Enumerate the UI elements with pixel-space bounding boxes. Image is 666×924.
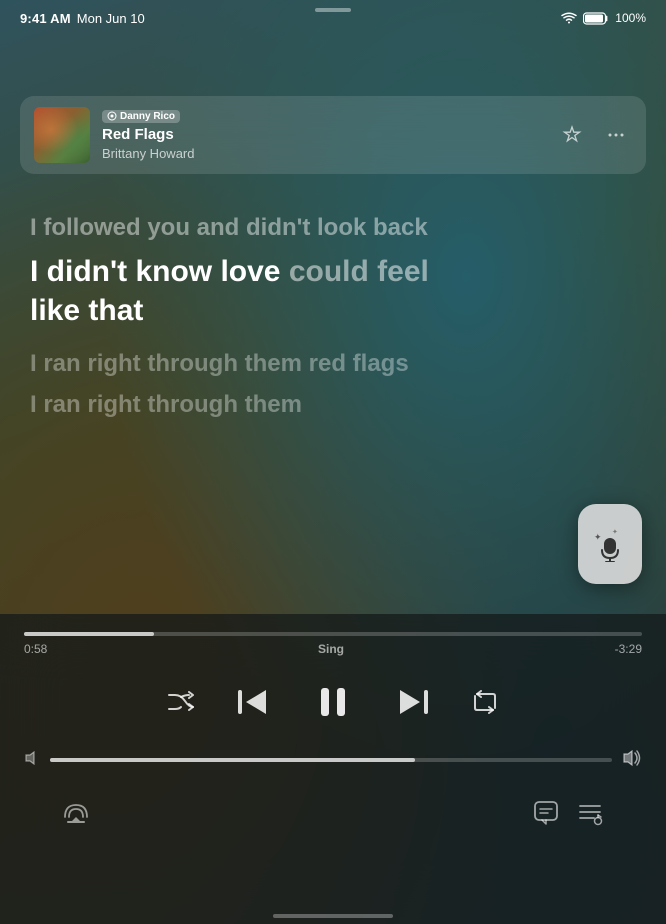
dj-icon bbox=[107, 111, 117, 121]
svg-text:✦: ✦ bbox=[612, 528, 618, 536]
progress-bar[interactable] bbox=[24, 632, 642, 636]
status-date: Mon Jun 10 bbox=[77, 11, 145, 26]
home-indicator bbox=[273, 914, 393, 918]
time-mode: Sing bbox=[318, 642, 344, 656]
shuffle-icon bbox=[167, 691, 195, 713]
lyrics-icon bbox=[532, 799, 560, 827]
card-actions bbox=[556, 119, 632, 151]
pause-icon bbox=[309, 678, 357, 726]
svg-text:✦: ✦ bbox=[594, 532, 602, 542]
status-bar: 9:41 AM Mon Jun 10 100% bbox=[0, 0, 666, 36]
lyric-past-1: I followed you and didn't look back bbox=[30, 212, 636, 244]
track-title: Red Flags bbox=[102, 126, 556, 144]
star-icon bbox=[561, 124, 583, 146]
mic-button[interactable]: ✦ ✦ bbox=[578, 504, 642, 584]
volume-high-icon bbox=[622, 750, 642, 769]
lyric-future-2: I ran right through them bbox=[30, 389, 636, 421]
repeat-button[interactable] bbox=[467, 684, 503, 720]
lyrics-button[interactable] bbox=[524, 791, 568, 835]
progress-times: 0:58 Sing -3:29 bbox=[24, 642, 642, 656]
time-remaining: -3:29 bbox=[615, 642, 642, 656]
dj-name: Danny Rico bbox=[120, 111, 175, 122]
volume-high-svg bbox=[622, 750, 642, 766]
lyric-active-highlight: I didn't know love bbox=[30, 255, 289, 288]
more-button[interactable] bbox=[600, 119, 632, 151]
repeat-icon bbox=[471, 690, 499, 714]
lyric-active-line2: like that bbox=[30, 294, 143, 327]
volume-low-svg bbox=[24, 751, 40, 765]
lyric-active: I didn't know love could feel like that bbox=[30, 252, 636, 330]
album-art-inner bbox=[34, 107, 90, 163]
wifi-icon bbox=[561, 12, 577, 24]
lyric-future-1: I ran right through them red flags bbox=[30, 348, 636, 380]
now-playing-card: Danny Rico Red Flags Brittany Howard bbox=[20, 96, 646, 174]
time-elapsed: 0:58 bbox=[24, 642, 47, 656]
previous-icon bbox=[236, 687, 270, 717]
lyrics-section: I followed you and didn't look back I di… bbox=[0, 192, 666, 614]
drag-indicator bbox=[315, 8, 351, 12]
dj-label-row: Danny Rico bbox=[102, 110, 556, 123]
status-right: 100% bbox=[561, 11, 646, 25]
mic-svg: ✦ ✦ bbox=[594, 526, 626, 562]
battery-icon bbox=[583, 12, 609, 25]
mic-icon-container: ✦ ✦ bbox=[594, 526, 626, 562]
airplay-button[interactable] bbox=[54, 791, 98, 835]
player-controls: 0:58 Sing -3:29 bbox=[0, 614, 666, 924]
app-container: 9:41 AM Mon Jun 10 100% bbox=[0, 0, 666, 924]
shuffle-button[interactable] bbox=[163, 684, 199, 720]
album-art bbox=[34, 107, 90, 163]
airplay-icon bbox=[61, 799, 91, 827]
star-button[interactable] bbox=[556, 119, 588, 151]
volume-section bbox=[24, 750, 642, 769]
status-time: 9:41 AM bbox=[20, 11, 71, 26]
battery-percentage: 100% bbox=[615, 11, 646, 25]
previous-button[interactable] bbox=[231, 680, 275, 724]
more-icon bbox=[605, 124, 627, 146]
bottom-toolbar bbox=[24, 775, 642, 855]
dj-badge: Danny Rico bbox=[102, 110, 180, 123]
playback-controls bbox=[24, 676, 642, 728]
lyric-active-dim: could feel bbox=[289, 255, 429, 288]
progress-section: 0:58 Sing -3:29 bbox=[24, 614, 642, 656]
pause-button[interactable] bbox=[307, 676, 359, 728]
next-button[interactable] bbox=[391, 680, 435, 724]
track-info: Danny Rico Red Flags Brittany Howard bbox=[90, 110, 556, 161]
queue-icon bbox=[576, 799, 604, 827]
volume-bar[interactable] bbox=[50, 758, 612, 762]
volume-fill bbox=[50, 758, 415, 762]
progress-fill bbox=[24, 632, 154, 636]
queue-button[interactable] bbox=[568, 791, 612, 835]
volume-low-icon bbox=[24, 751, 40, 768]
next-icon bbox=[396, 687, 430, 717]
track-artist: Brittany Howard bbox=[102, 146, 556, 161]
